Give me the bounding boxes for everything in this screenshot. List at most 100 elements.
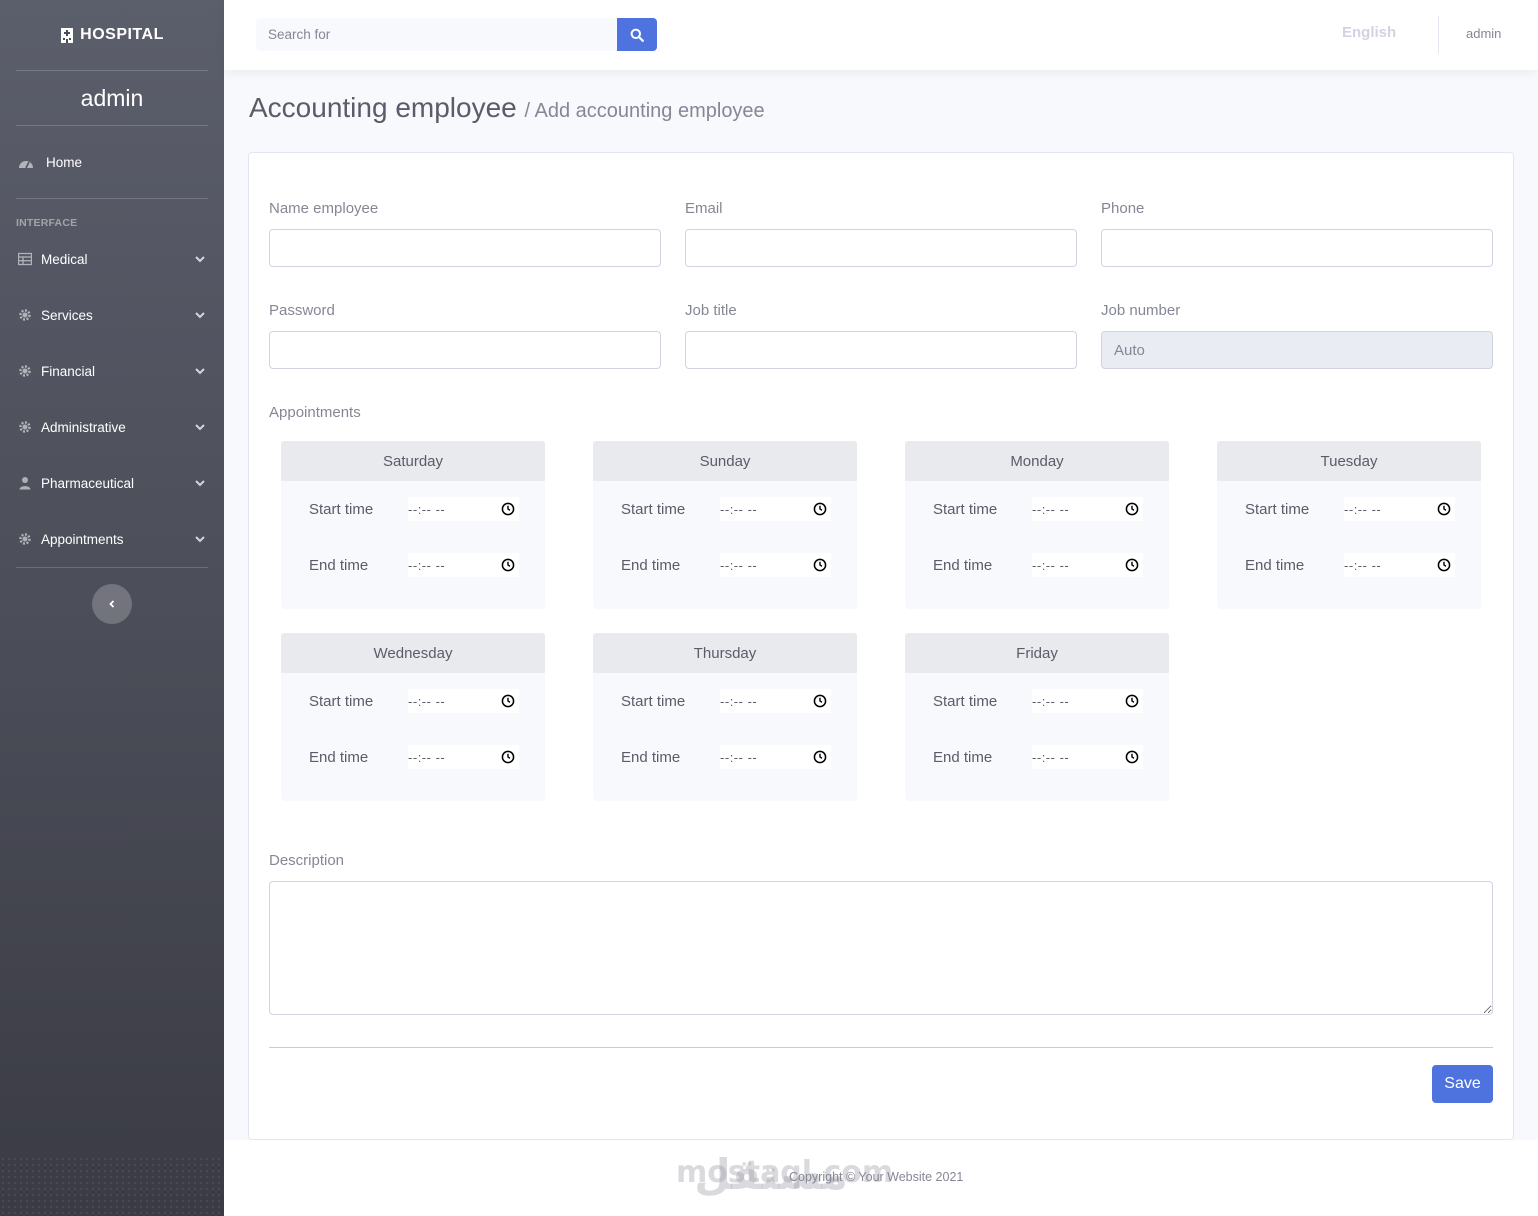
sidebar-item-services[interactable]: Services bbox=[0, 287, 224, 343]
time-placeholder: --:-- -- bbox=[720, 693, 758, 709]
day-title: Monday bbox=[905, 441, 1169, 481]
job-number-field bbox=[1101, 331, 1493, 369]
sidebar-item-home[interactable]: Home bbox=[0, 126, 224, 198]
gear-icon bbox=[19, 309, 31, 321]
start-time-row: Start time --:-- -- bbox=[309, 689, 519, 713]
sidebar-toggle-button[interactable] bbox=[92, 584, 132, 624]
end-time-input[interactable]: --:-- -- bbox=[408, 745, 519, 769]
end-time-input[interactable]: --:-- -- bbox=[1032, 745, 1143, 769]
time-placeholder: --:-- -- bbox=[408, 501, 446, 517]
clock-icon[interactable] bbox=[501, 694, 515, 708]
gear-icon bbox=[19, 533, 31, 545]
start-time-label: Start time bbox=[621, 500, 686, 518]
start-time-input[interactable]: --:-- -- bbox=[720, 497, 831, 521]
description-label: Description bbox=[269, 852, 345, 869]
end-time-input[interactable]: --:-- -- bbox=[1032, 553, 1143, 577]
clock-icon[interactable] bbox=[501, 750, 515, 764]
time-placeholder: --:-- -- bbox=[1032, 693, 1070, 709]
email-field[interactable] bbox=[685, 229, 1077, 267]
clock-icon[interactable] bbox=[501, 502, 515, 516]
chevron-left-icon bbox=[109, 600, 115, 608]
day-title: Saturday bbox=[281, 441, 545, 481]
start-time-label: Start time bbox=[933, 692, 998, 710]
clock-icon[interactable] bbox=[813, 502, 827, 516]
clock-icon[interactable] bbox=[1437, 502, 1451, 516]
sidebar-dot-pattern bbox=[0, 1156, 224, 1216]
clock-icon[interactable] bbox=[1125, 750, 1139, 764]
end-time-label: End time bbox=[933, 748, 993, 766]
clock-icon[interactable] bbox=[1125, 502, 1139, 516]
time-placeholder: --:-- -- bbox=[720, 501, 758, 517]
day-card-friday: Friday Start time --:-- -- End time --:-… bbox=[905, 633, 1169, 801]
sidebar-item-financial[interactable]: Financial bbox=[0, 343, 224, 399]
end-time-input[interactable]: --:-- -- bbox=[720, 553, 831, 577]
day-title: Wednesday bbox=[281, 633, 545, 673]
start-time-label: Start time bbox=[933, 500, 998, 518]
description-field[interactable] bbox=[269, 881, 1493, 1015]
form-card: Name employee Email Phone Password Job t… bbox=[248, 152, 1514, 1140]
sidebar-item-label: Financial bbox=[41, 363, 96, 379]
time-placeholder: --:-- -- bbox=[408, 557, 446, 573]
clock-icon[interactable] bbox=[813, 694, 827, 708]
day-title: Sunday bbox=[593, 441, 857, 481]
end-time-input[interactable]: --:-- -- bbox=[720, 745, 831, 769]
watermark-logo: mostaql.com مستقل bbox=[676, 1140, 893, 1196]
day-card-sunday: Sunday Start time --:-- -- End time --:-… bbox=[593, 441, 857, 609]
sidebar-toggle-wrap bbox=[0, 568, 224, 624]
brand-label: HOSPITAL bbox=[80, 26, 164, 43]
start-time-row: Start time --:-- -- bbox=[933, 497, 1143, 521]
form-divider bbox=[269, 1047, 1493, 1048]
end-time-row: End time --:-- -- bbox=[309, 745, 519, 769]
search-input[interactable] bbox=[256, 18, 617, 51]
sidebar-item-label: Pharmaceutical bbox=[41, 475, 135, 491]
day-title: Friday bbox=[905, 633, 1169, 673]
sidebar-item-appointments[interactable]: Appointments bbox=[0, 511, 224, 567]
sidebar-item-label: Medical bbox=[41, 251, 88, 267]
chevron-down-icon bbox=[195, 536, 205, 543]
end-time-label: End time bbox=[621, 556, 681, 574]
gear-icon bbox=[19, 421, 31, 433]
page-title-sub: / Add accounting employee bbox=[524, 100, 765, 122]
name-field[interactable] bbox=[269, 229, 661, 267]
job-title-field[interactable] bbox=[685, 331, 1077, 369]
search-group bbox=[256, 18, 657, 51]
start-time-input[interactable]: --:-- -- bbox=[408, 689, 519, 713]
search-button[interactable] bbox=[617, 18, 657, 51]
topbar-divider bbox=[1438, 16, 1439, 54]
password-field[interactable] bbox=[269, 331, 661, 369]
start-time-input[interactable]: --:-- -- bbox=[408, 497, 519, 521]
end-time-input[interactable]: --:-- -- bbox=[408, 553, 519, 577]
email-label: Email bbox=[685, 200, 723, 217]
chevron-down-icon bbox=[195, 256, 205, 263]
topbar-user[interactable]: admin bbox=[1466, 26, 1501, 41]
start-time-label: Start time bbox=[309, 692, 374, 710]
start-time-input[interactable]: --:-- -- bbox=[1032, 497, 1143, 521]
language-switch[interactable]: English bbox=[1342, 24, 1396, 41]
phone-field[interactable] bbox=[1101, 229, 1493, 267]
chevron-down-icon bbox=[195, 312, 205, 319]
start-time-input[interactable]: --:-- -- bbox=[720, 689, 831, 713]
clock-icon[interactable] bbox=[501, 558, 515, 572]
sidebar-brand[interactable]: HOSPITAL bbox=[0, 0, 224, 70]
time-placeholder: --:-- -- bbox=[1032, 749, 1070, 765]
end-time-input[interactable]: --:-- -- bbox=[1344, 553, 1455, 577]
topbar: English admin bbox=[224, 0, 1538, 70]
sidebar-heading: INTERFACE bbox=[16, 217, 78, 229]
end-time-label: End time bbox=[621, 748, 681, 766]
clock-icon[interactable] bbox=[1125, 694, 1139, 708]
clock-icon[interactable] bbox=[813, 750, 827, 764]
search-icon bbox=[630, 28, 644, 42]
start-time-row: Start time --:-- -- bbox=[933, 689, 1143, 713]
start-time-input[interactable]: --:-- -- bbox=[1032, 689, 1143, 713]
start-time-input[interactable]: --:-- -- bbox=[1344, 497, 1455, 521]
sidebar-item-medical[interactable]: Medical bbox=[0, 231, 224, 287]
sidebar-item-label: Services bbox=[41, 307, 93, 323]
day-title: Thursday bbox=[593, 633, 857, 673]
clock-icon[interactable] bbox=[1125, 558, 1139, 572]
sidebar-item-pharmaceutical[interactable]: Pharmaceutical bbox=[0, 455, 224, 511]
save-button[interactable]: Save bbox=[1432, 1065, 1493, 1103]
clock-icon[interactable] bbox=[813, 558, 827, 572]
day-card-monday: Monday Start time --:-- -- End time --:-… bbox=[905, 441, 1169, 609]
clock-icon[interactable] bbox=[1437, 558, 1451, 572]
sidebar-item-administrative[interactable]: Administrative bbox=[0, 399, 224, 455]
